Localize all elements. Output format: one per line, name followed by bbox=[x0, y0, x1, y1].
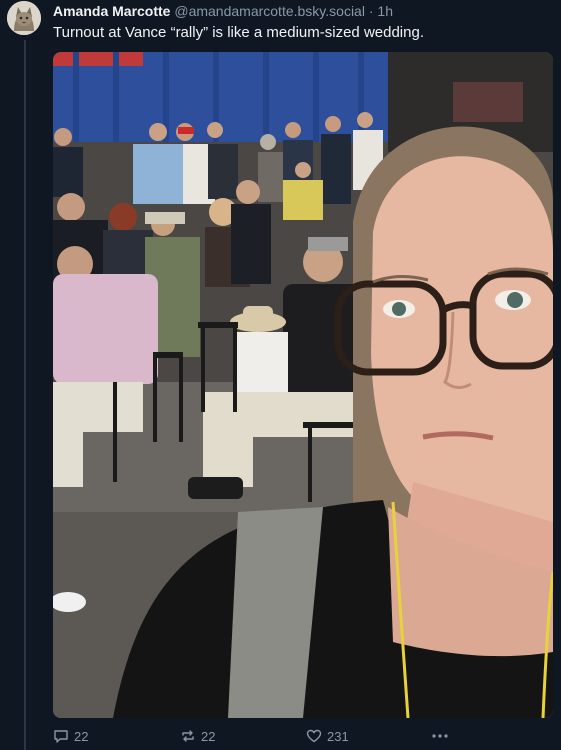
post-actions: 22 22 231 bbox=[53, 726, 553, 746]
author-handle[interactable]: @amandamarcotte.bsky.social bbox=[174, 3, 365, 19]
repost-button[interactable]: 22 bbox=[180, 726, 215, 746]
ellipsis-icon bbox=[432, 734, 448, 738]
heart-outline-icon bbox=[306, 729, 322, 743]
like-button[interactable]: 231 bbox=[306, 726, 349, 746]
post-timestamp[interactable]: 1h bbox=[377, 3, 393, 19]
avatar[interactable] bbox=[7, 1, 41, 35]
like-count: 231 bbox=[327, 728, 349, 744]
repost-arrows-icon bbox=[182, 730, 194, 742]
post-header: Amanda Marcotte @amandamarcotte.bsky.soc… bbox=[53, 2, 393, 20]
post-text: Turnout at Vance “rally” is like a mediu… bbox=[53, 24, 424, 41]
post-image[interactable] bbox=[53, 52, 553, 718]
header-separator: · bbox=[368, 3, 374, 19]
thread-line bbox=[24, 40, 26, 750]
speech-bubble-icon bbox=[54, 730, 68, 743]
reply-button[interactable]: 22 bbox=[53, 726, 88, 746]
more-options-button[interactable] bbox=[431, 726, 449, 746]
author-name[interactable]: Amanda Marcotte bbox=[53, 3, 170, 19]
reply-count: 22 bbox=[74, 728, 89, 744]
selfie-photo bbox=[53, 52, 553, 718]
cat-avatar-icon bbox=[7, 1, 41, 35]
repost-count: 22 bbox=[201, 728, 216, 744]
post: Amanda Marcotte @amandamarcotte.bsky.soc… bbox=[0, 0, 561, 750]
